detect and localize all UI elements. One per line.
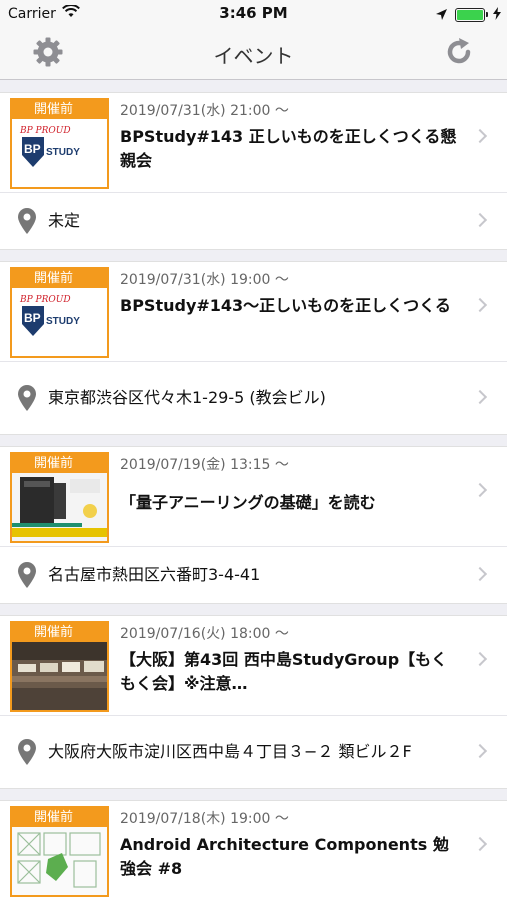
status-time: 3:46 PM <box>219 4 288 22</box>
event-location: 大阪府大阪市淀川区西中島４丁目３−２ 類ビル２F <box>48 742 412 761</box>
event-card: 開催前 BP PROUD BP STUDY 2019/07/31(水) 21:0… <box>0 92 507 250</box>
event-date: 2019/07/31(水) 21:00 〜 <box>120 103 289 119</box>
event-row[interactable]: 開催前 BP PROUD BP STUDY 2019/07/31(水) 19:0… <box>0 262 507 362</box>
charging-bolt-icon <box>493 5 501 24</box>
svg-text:STUDY: STUDY <box>46 316 80 327</box>
svg-text:STUDY: STUDY <box>46 147 80 158</box>
bpstudy-logo: BP PROUD BP STUDY <box>19 295 101 336</box>
location-arrow-icon <box>436 5 447 24</box>
chevron-right-icon <box>472 743 488 759</box>
event-location: 名古屋市熱田区六番町3-4-41 <box>48 565 261 584</box>
event-title: Android Architecture Components 勉強会 #8 <box>120 835 449 878</box>
event-date: 2019/07/18(木) 19:00 〜 <box>120 811 289 827</box>
bpstudy-logo: BP PROUD BP STUDY <box>19 126 101 167</box>
chevron-right-icon <box>472 566 488 582</box>
event-card: 開催前 BP PROUD BP STUDY 2019/07/31(水) 19:0… <box>0 261 507 435</box>
navigation-bar: イベント <box>0 28 507 80</box>
chevron-right-icon <box>472 128 488 144</box>
event-location: 東京都渋谷区代々木1-29-5 (教会ビル) <box>48 388 326 407</box>
event-thumbnail: 開催前 <box>10 806 109 897</box>
event-location: 未定 <box>48 211 81 230</box>
event-title: 【大阪】第43回 西中島StudyGroup【もくもく会】※注意… <box>120 650 448 693</box>
chevron-right-icon <box>472 212 488 228</box>
event-thumbnail: 開催前 BP PROUD BP STUDY <box>10 98 109 189</box>
battery-icon <box>455 7 488 22</box>
event-card: 開催前 2019/07/18(木) 19:00 〜 Android Archit… <box>0 800 507 900</box>
event-row[interactable]: 開催前 2019/07/18(木) 19:00 〜 Android Archit… <box>0 801 507 900</box>
event-card: 開催前 2019/07/19(金) 13:15 〜 「量子アニーリングの基礎」を… <box>0 446 507 604</box>
status-badge: 開催前 <box>12 100 107 119</box>
event-location-row[interactable]: 東京都渋谷区代々木1-29-5 (教会ビル) <box>0 362 507 434</box>
building-photo-image <box>12 642 107 710</box>
event-thumbnail: 開催前 <box>10 452 109 543</box>
event-location-row[interactable]: 大阪府大阪市淀川区西中島４丁目３−２ 類ビル２F <box>0 716 507 788</box>
refresh-icon <box>444 37 474 71</box>
book-cover-image <box>12 473 107 541</box>
chevron-right-icon <box>472 651 488 667</box>
event-card: 開催前 2019/07/16(火) 18:00 〜 【大阪】第43回 西中島St… <box>0 615 507 789</box>
event-thumbnail: 開催前 BP PROUD BP STUDY <box>10 267 109 358</box>
event-date: 2019/07/31(水) 19:00 〜 <box>120 272 289 288</box>
svg-text:BP PROUD: BP PROUD <box>19 295 71 305</box>
event-row[interactable]: 開催前 BP PROUD BP STUDY 2019/07/31(水) 21:0… <box>0 93 507 193</box>
event-thumbnail: 開催前 <box>10 621 109 712</box>
event-title: 「量子アニーリングの基礎」を読む <box>120 493 376 512</box>
status-badge: 開催前 <box>12 623 107 642</box>
event-location-row[interactable]: 名古屋市熱田区六番町3-4-41 <box>0 547 507 603</box>
refresh-button[interactable] <box>441 36 477 72</box>
status-badge: 開催前 <box>12 808 107 827</box>
event-date: 2019/07/19(金) 13:15 〜 <box>120 457 289 473</box>
status-badge: 開催前 <box>12 269 107 288</box>
chevron-right-icon <box>472 482 488 498</box>
location-pin-icon <box>18 739 36 769</box>
status-bar: Carrier 3:46 PM <box>0 0 507 28</box>
location-pin-icon <box>18 208 36 238</box>
android-diagram-image <box>12 827 107 895</box>
location-pin-icon <box>18 385 36 415</box>
chevron-right-icon <box>472 389 488 405</box>
event-title: BPStudy#143〜正しいものを正しくつくる <box>120 296 451 315</box>
chevron-right-icon <box>472 836 488 852</box>
chevron-right-icon <box>472 297 488 313</box>
status-badge: 開催前 <box>12 454 107 473</box>
event-row[interactable]: 開催前 2019/07/16(火) 18:00 〜 【大阪】第43回 西中島St… <box>0 616 507 716</box>
svg-text:BP: BP <box>24 311 41 325</box>
page-title: イベント <box>213 44 294 68</box>
svg-text:BP: BP <box>24 142 41 156</box>
svg-text:BP PROUD: BP PROUD <box>19 126 71 136</box>
location-pin-icon <box>18 562 36 592</box>
event-row[interactable]: 開催前 2019/07/19(金) 13:15 〜 「量子アニーリングの基礎」を… <box>0 447 507 547</box>
event-location-row[interactable]: 未定 <box>0 193 507 249</box>
event-title: BPStudy#143 正しいものを正しくつくる懇親会 <box>120 127 457 170</box>
event-date: 2019/07/16(火) 18:00 〜 <box>120 626 289 642</box>
event-list: 開催前 BP PROUD BP STUDY 2019/07/31(水) 21:0… <box>0 81 507 900</box>
